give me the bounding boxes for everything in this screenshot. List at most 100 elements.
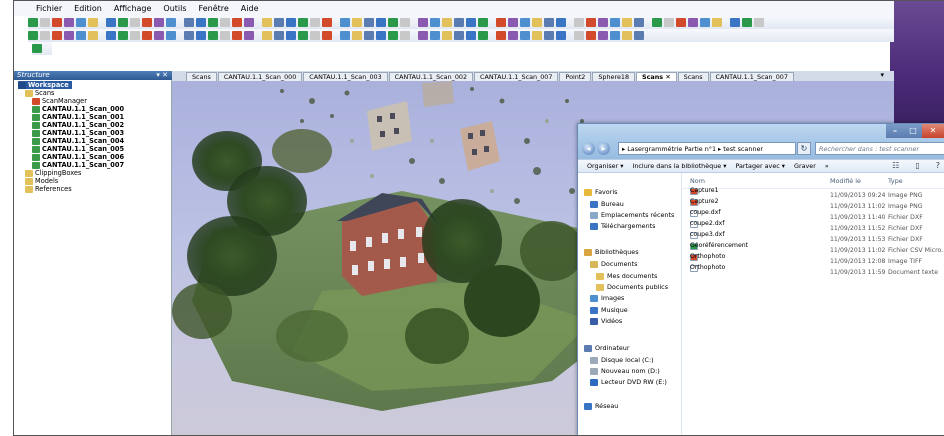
tree-item[interactable]: Workspace	[18, 81, 72, 89]
toolbar-icon[interactable]	[106, 31, 116, 40]
toolbar-icon[interactable]	[76, 31, 86, 40]
burn-button[interactable]: Graver	[794, 162, 816, 170]
toolbar-icon[interactable]	[418, 31, 428, 40]
help-icon[interactable]: ?	[936, 161, 940, 170]
toolbar-icon[interactable]	[256, 31, 260, 40]
toolbar-icon[interactable]	[634, 31, 644, 40]
menu-affichage[interactable]: Affichage	[114, 1, 152, 16]
nav-pane-item[interactable]: Favoris	[584, 187, 617, 197]
toolbar-icon[interactable]	[454, 31, 464, 40]
toolbar-icon[interactable]	[520, 31, 530, 40]
toolbar-icon[interactable]	[490, 18, 494, 27]
toolbar-icon[interactable]	[130, 31, 140, 40]
toolbar-icon[interactable]	[454, 18, 464, 27]
document-tab[interactable]: Scans	[677, 72, 709, 81]
toolbar-icon[interactable]	[196, 18, 206, 27]
column-name-header[interactable]: Nom	[690, 177, 705, 185]
nav-pane-item[interactable]: Documents publics	[596, 282, 668, 292]
toolbar-icon[interactable]	[322, 31, 332, 40]
tree-item[interactable]: CANTAU.1.1_Scan_000	[32, 105, 124, 113]
more-commands-button[interactable]: »	[825, 162, 829, 170]
toolbar-icon[interactable]	[286, 18, 296, 27]
toolbar-icon[interactable]	[700, 18, 710, 27]
refresh-button[interactable]: ↻	[797, 141, 811, 155]
toolbar-icon[interactable]	[310, 31, 320, 40]
toolbar-icon[interactable]	[730, 18, 740, 27]
maximize-button[interactable]: □	[904, 124, 922, 138]
toolbar-icon[interactable]	[196, 31, 206, 40]
toolbar-icon[interactable]	[28, 18, 38, 27]
toolbar-icon[interactable]	[508, 18, 518, 27]
tree-item[interactable]: References	[25, 185, 72, 193]
toolbar-icon[interactable]	[142, 31, 152, 40]
tree-item[interactable]: Models	[25, 177, 58, 185]
forward-button[interactable]: ▸	[597, 141, 610, 155]
toolbar-icon[interactable]	[574, 31, 584, 40]
toolbar-icon[interactable]	[32, 44, 42, 53]
menu-fenetre[interactable]: Fenêtre	[199, 1, 229, 16]
tree-item[interactable]: CANTAU.1.1_Scan_007	[32, 161, 124, 169]
nav-pane-item[interactable]: Ordinateur	[584, 343, 629, 353]
tabs-dropdown-icon[interactable]: ▾	[880, 71, 884, 79]
toolbar-icon[interactable]	[154, 31, 164, 40]
toolbar-icon[interactable]	[418, 18, 428, 27]
nav-pane-item[interactable]: Emplacements récents	[590, 210, 674, 220]
toolbar-icon[interactable]	[478, 18, 488, 27]
toolbar-icon[interactable]	[478, 31, 488, 40]
document-tab[interactable]: CANTAU.1.1_Scan_003	[303, 72, 388, 81]
toolbar-icon[interactable]	[106, 18, 116, 27]
document-tab[interactable]: CANTAU.1.1_Scan_000	[217, 72, 303, 81]
tree-item[interactable]: CANTAU.1.1_Scan_003	[32, 129, 124, 137]
address-bar[interactable]: ▸ Lasergrammétrie Partie n°1 ▸ test scan…	[618, 141, 796, 155]
toolbar-icon[interactable]	[76, 18, 86, 27]
toolbar-icon[interactable]	[118, 31, 128, 40]
toolbar-icon[interactable]	[586, 31, 596, 40]
toolbar-icon[interactable]	[244, 31, 254, 40]
nav-pane-item[interactable]: Images	[590, 293, 624, 303]
toolbar-icon[interactable]	[166, 18, 176, 27]
tree-item[interactable]: ScanManager	[32, 97, 87, 105]
toolbar-icon[interactable]	[376, 31, 386, 40]
tree-item[interactable]: Scans	[25, 89, 54, 97]
view-options-icon[interactable]: ☷	[892, 161, 899, 170]
toolbar-icon[interactable]	[28, 31, 38, 40]
toolbar-icon[interactable]	[724, 18, 728, 27]
toolbar-icon[interactable]	[88, 18, 98, 27]
toolbar-icon[interactable]	[352, 18, 362, 27]
include-in-library-button[interactable]: Inclure dans la bibliothèque ▾	[632, 162, 726, 170]
toolbar-icon[interactable]	[130, 18, 140, 27]
toolbar-icon[interactable]	[100, 31, 104, 40]
document-tab[interactable]: CANTAU.1.1_Scan_007	[474, 72, 559, 81]
file-row[interactable]: Orthophoto 11/09/2013 11:59 Document texte	[682, 264, 944, 278]
document-tab[interactable]: CANTAU.1.1_Scan_002	[388, 72, 474, 81]
toolbar-icon[interactable]	[568, 18, 572, 27]
toolbar-icon[interactable]	[412, 31, 416, 40]
toolbar-icon[interactable]	[154, 18, 164, 27]
close-button[interactable]: ✕	[922, 124, 944, 138]
menu-edition[interactable]: Edition	[74, 1, 102, 16]
toolbar-icon[interactable]	[166, 31, 176, 40]
toolbar-icon[interactable]	[322, 18, 332, 27]
toolbar-icon[interactable]	[496, 31, 506, 40]
panel-controls[interactable]: ▾ ✕	[156, 71, 168, 80]
toolbar-icon[interactable]	[310, 18, 320, 27]
nav-pane-item[interactable]: Bibliothèques	[584, 247, 639, 257]
tree-item[interactable]: CANTAU.1.1_Scan_001	[32, 113, 124, 121]
menu-outils[interactable]: Outils	[163, 1, 186, 16]
toolbar-icon[interactable]	[598, 18, 608, 27]
toolbar-icon[interactable]	[712, 18, 722, 27]
toolbar-icon[interactable]	[598, 31, 608, 40]
toolbar-icon[interactable]	[586, 18, 596, 27]
toolbar-icon[interactable]	[634, 18, 644, 27]
tree-item[interactable]: ClippingBoxes	[25, 169, 81, 177]
toolbar-icon[interactable]	[430, 18, 440, 27]
tree-item[interactable]: CANTAU.1.1_Scan_005	[32, 145, 124, 153]
toolbar-icon[interactable]	[442, 18, 452, 27]
toolbar-icon[interactable]	[688, 18, 698, 27]
toolbar-icon[interactable]	[40, 18, 50, 27]
toolbar-icon[interactable]	[754, 18, 764, 27]
toolbar-icon[interactable]	[52, 18, 62, 27]
toolbar-icon[interactable]	[466, 18, 476, 27]
toolbar-icon[interactable]	[676, 18, 686, 27]
toolbar-icon[interactable]	[622, 18, 632, 27]
